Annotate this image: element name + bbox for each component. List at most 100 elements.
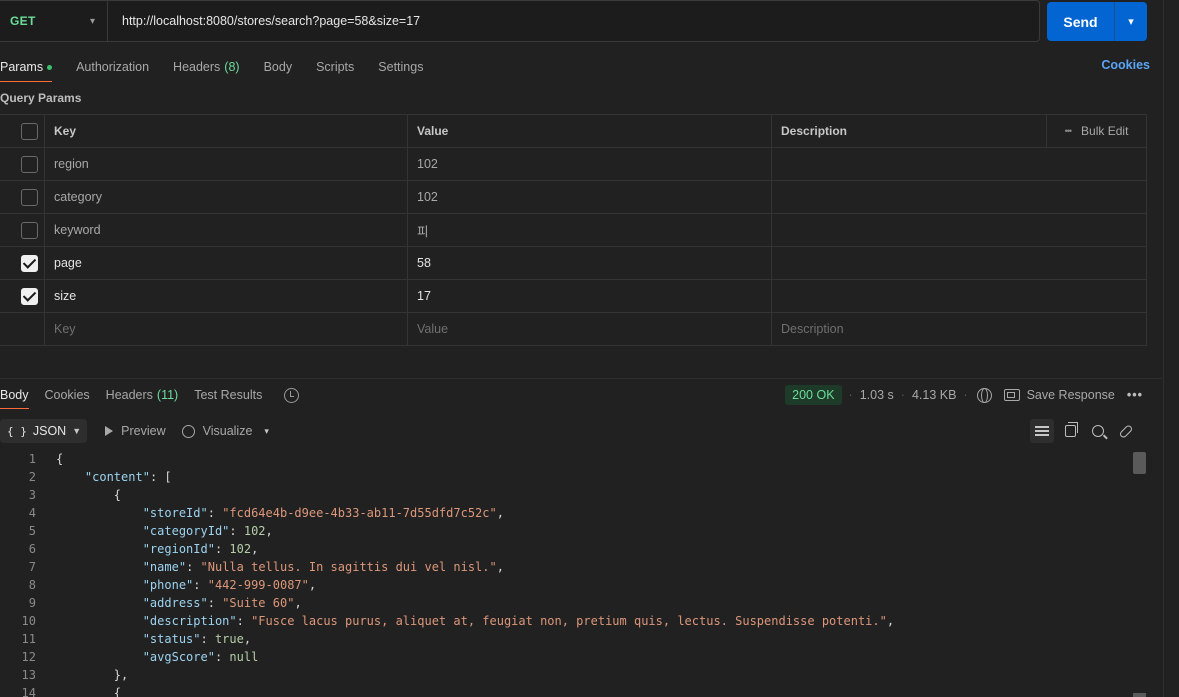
- new-key-input[interactable]: Key: [45, 313, 408, 345]
- param-key[interactable]: size: [45, 280, 408, 312]
- param-key[interactable]: category: [45, 181, 408, 213]
- param-key[interactable]: keyword: [45, 214, 408, 246]
- new-description-input[interactable]: Description: [772, 313, 1147, 345]
- search-icon: [1092, 425, 1104, 437]
- globe-icon[interactable]: [976, 387, 992, 403]
- visualize-button[interactable]: Visualize ▾: [181, 424, 269, 438]
- param-key[interactable]: page: [45, 247, 408, 279]
- table-row: keyword 피: [0, 214, 1147, 247]
- line-number: 13: [21, 668, 36, 682]
- code-text: "content": [: [84, 470, 172, 484]
- line-number: 1: [28, 452, 36, 466]
- more-options-icon[interactable]: •••: [1127, 388, 1143, 402]
- line-number: 7: [28, 560, 36, 574]
- response-divider: [0, 378, 1162, 379]
- column-key: Key: [45, 115, 408, 147]
- method-select[interactable]: GET ▾: [0, 1, 108, 41]
- param-value[interactable]: 58: [408, 247, 772, 279]
- code-scrollbar[interactable]: [1133, 450, 1147, 697]
- param-value[interactable]: 102: [408, 181, 772, 213]
- param-description[interactable]: [772, 214, 1147, 246]
- response-toolbar: { } JSON ▼ Preview Visualize ▾: [0, 418, 1150, 444]
- line-number: 8: [28, 578, 36, 592]
- status-badge[interactable]: 200 OK: [785, 385, 842, 405]
- play-icon: [105, 426, 114, 436]
- search-button[interactable]: [1086, 419, 1110, 443]
- row-check-cell: [0, 280, 45, 312]
- response-tab-body[interactable]: Body: [0, 381, 29, 409]
- code-text: {: [56, 686, 122, 697]
- response-status-area: 200 OK · 1.03 s · 4.13 KB · Save Respons…: [785, 384, 1143, 406]
- select-all-cell: [0, 115, 45, 147]
- history-icon[interactable]: [284, 387, 300, 403]
- code-text: "phone": "442-999-0087",: [142, 578, 317, 592]
- param-key[interactable]: region: [45, 148, 408, 180]
- row-check-cell: [0, 247, 45, 279]
- copy-button[interactable]: [1058, 419, 1082, 443]
- line-number: 6: [28, 542, 36, 556]
- braces-icon: { }: [7, 424, 27, 438]
- tab-params[interactable]: Params: [0, 52, 53, 82]
- param-value[interactable]: 피: [408, 214, 772, 246]
- bulk-edit-button[interactable]: ••• Bulk Edit: [1046, 115, 1146, 147]
- separator-dot: ·: [963, 388, 968, 402]
- bulk-edit-label: Bulk Edit: [1081, 124, 1129, 138]
- send-options-button[interactable]: ▾: [1114, 2, 1147, 41]
- row-check-cell: [0, 181, 45, 213]
- send-button-group: Send ▾: [1047, 2, 1147, 41]
- param-description[interactable]: [772, 280, 1147, 312]
- preview-button[interactable]: Preview: [105, 424, 166, 438]
- save-response-button[interactable]: Save Response: [1027, 388, 1115, 402]
- line-number: 14: [21, 686, 36, 697]
- tab-headers[interactable]: Headers (8): [173, 52, 240, 82]
- url-input[interactable]: http://localhost:8080/stores/search?page…: [108, 14, 420, 28]
- line-number: 9: [28, 596, 36, 610]
- chevron-down-icon: ▾: [1128, 16, 1134, 28]
- line-number: 4: [28, 506, 36, 520]
- format-select[interactable]: { } JSON ▼: [0, 419, 88, 443]
- response-time[interactable]: 1.03 s: [860, 388, 894, 402]
- response-tab-headers[interactable]: Headers (11): [106, 381, 179, 409]
- row-checkbox[interactable]: [20, 188, 38, 206]
- line-number: 12: [21, 650, 36, 664]
- new-value-input[interactable]: Value: [408, 313, 772, 345]
- wrap-lines-button[interactable]: [1030, 419, 1054, 443]
- response-body-viewer[interactable]: 1{2 "content": [3 {4 "storeId": "fcd64e4…: [0, 450, 1133, 697]
- scrollbar-thumb[interactable]: [1133, 452, 1146, 474]
- line-number: 5: [28, 524, 36, 538]
- response-size[interactable]: 4.13 KB: [912, 388, 956, 402]
- chevron-down-icon: ▼: [72, 426, 82, 436]
- param-value[interactable]: 17: [408, 280, 772, 312]
- table-header-row: Key Value Description ••• Bulk Edit: [0, 115, 1147, 148]
- row-checkbox-checked[interactable]: [20, 287, 38, 305]
- row-check-cell: [0, 148, 45, 180]
- code-line: 4 "storeId": "fcd64e4b-d9ee-4b33-ab11-7d…: [0, 504, 1133, 522]
- link-button[interactable]: [1114, 419, 1138, 443]
- send-button[interactable]: Send: [1047, 2, 1114, 41]
- row-check-cell: [0, 214, 45, 246]
- select-all-checkbox[interactable]: [20, 122, 38, 140]
- response-tab-cookies[interactable]: Cookies: [45, 381, 90, 409]
- separator-dot: ·: [900, 388, 905, 402]
- row-checkbox[interactable]: [20, 221, 38, 239]
- chevron-down-icon[interactable]: ▾: [264, 426, 269, 437]
- response-headers-count: (11): [156, 388, 179, 402]
- query-params-table: Key Value Description ••• Bulk Edit regi…: [0, 114, 1147, 346]
- visualize-label: Visualize: [202, 424, 253, 438]
- right-panel-divider: [1163, 0, 1164, 697]
- cookies-link[interactable]: Cookies: [1101, 58, 1150, 72]
- tab-authorization[interactable]: Authorization: [76, 52, 149, 82]
- tab-settings[interactable]: Settings: [378, 52, 423, 82]
- param-description[interactable]: [772, 181, 1147, 213]
- param-description[interactable]: [772, 247, 1147, 279]
- code-line: 5 "categoryId": 102,: [0, 522, 1133, 540]
- response-tab-test-results[interactable]: Test Results: [194, 381, 262, 409]
- param-description[interactable]: [772, 148, 1147, 180]
- tab-scripts[interactable]: Scripts: [316, 52, 354, 82]
- row-checkbox-checked[interactable]: [20, 254, 38, 272]
- request-tabs: Params Authorization Headers (8) Body Scr…: [0, 52, 1150, 82]
- row-checkbox[interactable]: [20, 155, 38, 173]
- tab-body[interactable]: Body: [264, 52, 293, 82]
- copy-icon: [1064, 422, 1078, 437]
- param-value[interactable]: 102: [408, 148, 772, 180]
